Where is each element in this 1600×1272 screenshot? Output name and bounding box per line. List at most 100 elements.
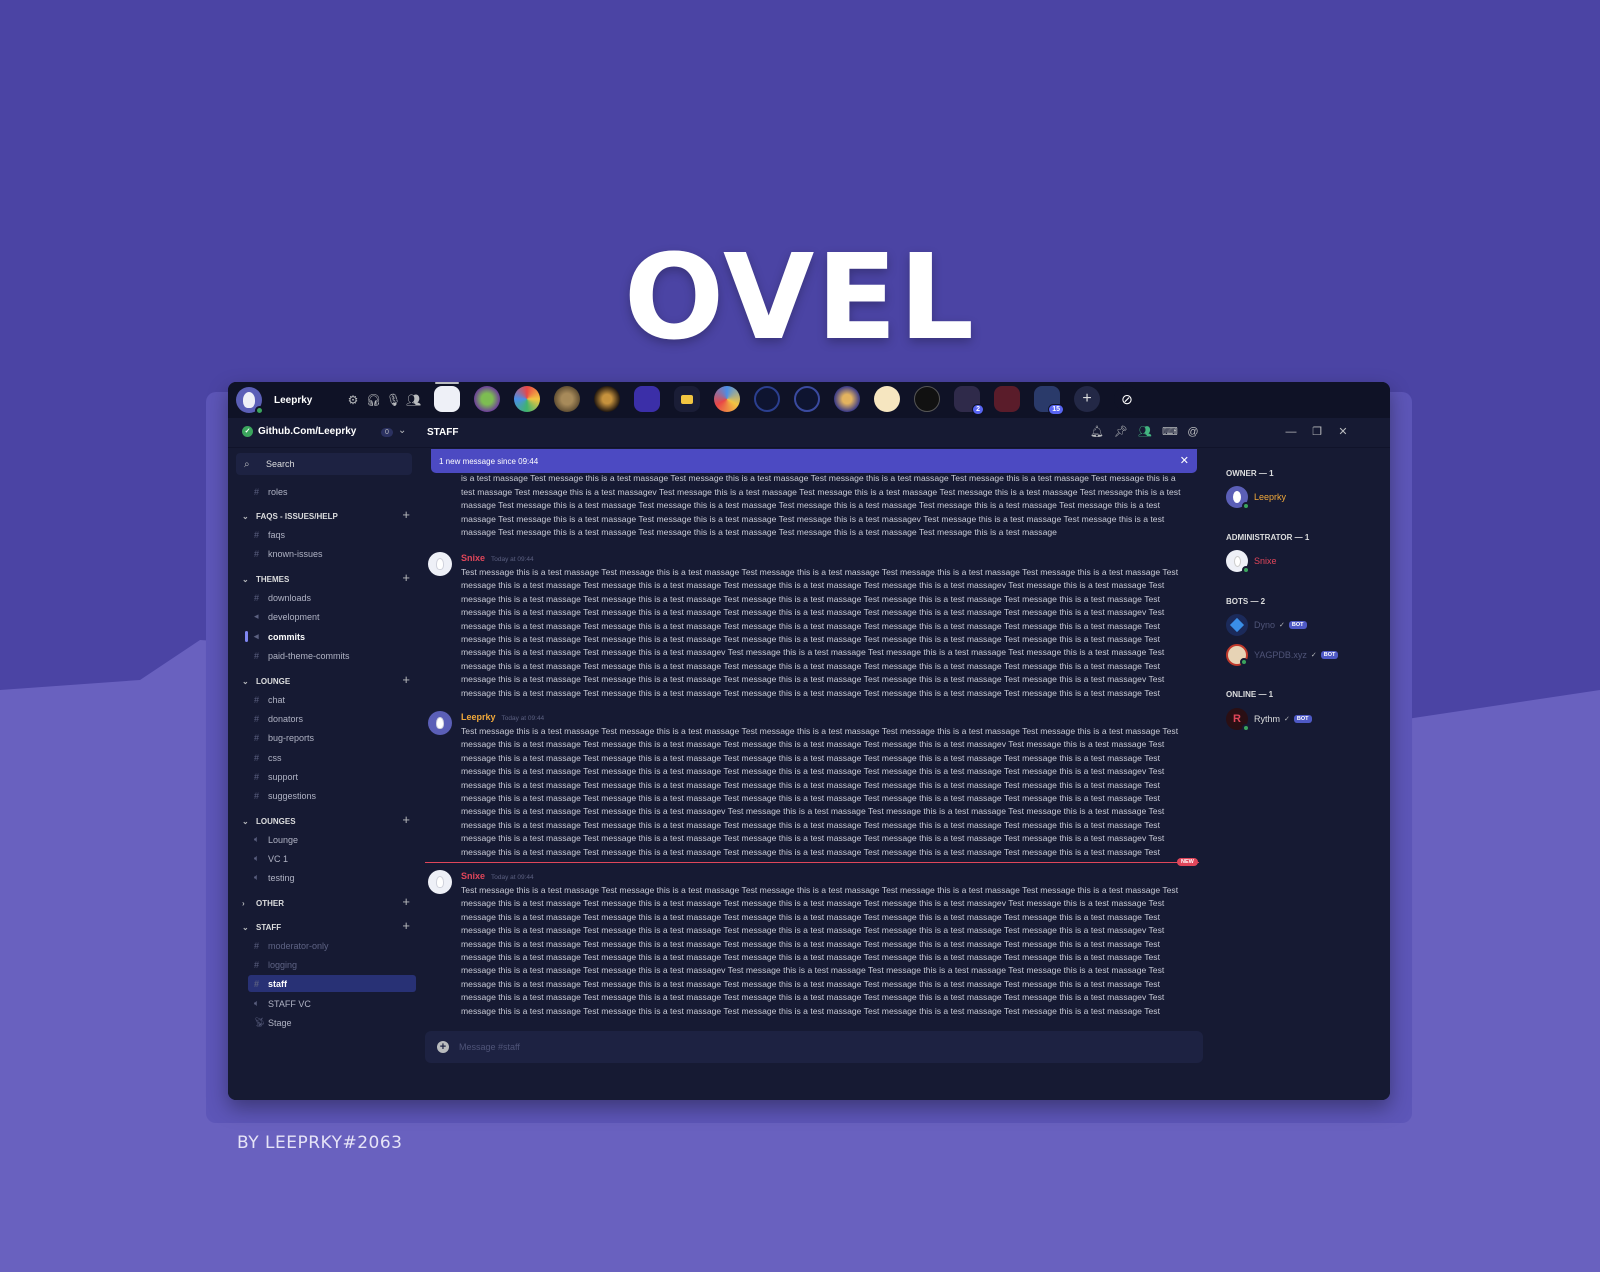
channel-logging[interactable]: # logging (248, 956, 416, 973)
message-header: Snixe Today at 09:44 (461, 553, 534, 563)
add-channel-icon[interactable]: + (402, 507, 410, 522)
member-group-bots: BOTS — 2 (1226, 597, 1266, 606)
message-timestamp: Today at 09:44 (501, 715, 545, 722)
add-channel-icon[interactable]: + (402, 672, 410, 687)
server-icon[interactable] (714, 386, 740, 412)
server-icon[interactable] (554, 386, 580, 412)
channel-faqs[interactable]: # faqs (248, 526, 416, 543)
channel-bug-reports[interactable]: # bug-reports (248, 729, 416, 746)
server-icon[interactable] (474, 386, 500, 412)
user-avatar[interactable] (236, 387, 264, 415)
category-lounge[interactable]: ⌄ LOUNGE + (242, 672, 412, 688)
close-icon[interactable]: ✕ (1337, 425, 1349, 439)
message-author[interactable]: Snixe (461, 553, 485, 563)
server-folder-icon[interactable]: 2 (954, 386, 984, 415)
server-icon[interactable] (634, 386, 660, 412)
server-icon[interactable] (794, 386, 820, 412)
add-server-icon[interactable]: + (1074, 386, 1100, 412)
channel-chat[interactable]: # chat (248, 691, 416, 708)
server-icon[interactable] (834, 386, 860, 412)
message-text: Test message this is a test massage Test… (461, 567, 1179, 702)
chevron-down-icon[interactable]: ⌄ (398, 425, 406, 436)
verified-icon: ✓ (1284, 716, 1290, 723)
search-input[interactable] (266, 459, 406, 469)
folder-icon[interactable] (674, 386, 700, 412)
add-channel-icon[interactable]: + (402, 894, 410, 909)
mention-icon[interactable]: @ (1186, 425, 1200, 439)
avatar[interactable] (428, 552, 452, 576)
pin-icon[interactable]: 📌︎ (1114, 425, 1128, 439)
member-rythm[interactable]: R Rythm ✓ BOT (1226, 706, 1312, 732)
new-messages-banner[interactable]: 1 new message since 09:44 ✕ (431, 449, 1197, 473)
category-themes[interactable]: ⌄ THEMES + (242, 570, 412, 586)
close-icon[interactable]: ✕ (1180, 454, 1189, 467)
server-icon[interactable] (874, 386, 900, 412)
maximize-icon[interactable]: ❐ (1311, 425, 1323, 439)
channel-sidebar: ⌕ #roles ⌄FAQS - ISSUES/HELP+ #faqs #kno… (228, 449, 424, 1100)
members-icon[interactable]: 👥︎ (1138, 425, 1152, 439)
server-icon[interactable] (594, 386, 620, 412)
hero-title: OVEL (623, 228, 977, 366)
category-staff[interactable]: ⌄ STAFF + (242, 918, 412, 934)
channel-known-issues[interactable]: # known-issues (248, 545, 416, 562)
channel-css[interactable]: # css (248, 749, 416, 766)
avatar[interactable] (428, 870, 452, 894)
new-messages-divider (425, 862, 1199, 863)
channel-roles[interactable]: # roles (248, 483, 416, 500)
channel-moderator-only[interactable]: # moderator-only (248, 937, 416, 954)
voice-channel-staff-vc[interactable]: 🔈︎ STAFF VC (248, 995, 416, 1012)
unread-badge: 2 (972, 404, 984, 415)
channel-suggestions[interactable]: # suggestions (248, 787, 416, 804)
add-channel-icon[interactable]: + (402, 812, 410, 827)
category-other[interactable]: › OTHER + (242, 894, 412, 910)
member-yagpdb[interactable]: YAGPDB.xyz ✓ BOT (1226, 642, 1339, 668)
member-dyno[interactable]: Dyno ✓ BOT (1226, 612, 1307, 638)
add-attachment-icon[interactable]: + (437, 1041, 449, 1053)
channel-support[interactable]: # support (248, 768, 416, 785)
server-header[interactable]: ✓ Github.Com/Leeprky (242, 426, 356, 437)
bot-tag: BOT (1293, 715, 1312, 723)
server-icon[interactable] (514, 386, 540, 412)
explore-icon[interactable]: ⊘ (1114, 386, 1140, 412)
message-text: Test message this is a test massage Test… (461, 885, 1179, 1020)
user-panel[interactable]: Leeprky ⚙ 🎧︎ 🎙︎ 👥︎ (236, 386, 421, 415)
add-channel-icon[interactable]: + (402, 918, 410, 933)
server-boost-count: 0 (381, 428, 393, 437)
member-leeprky[interactable]: Leeprky (1226, 484, 1286, 510)
message-author[interactable]: Leeprky (461, 712, 496, 722)
channel-downloads[interactable]: # downloads (248, 589, 416, 606)
keyboard-icon[interactable]: ⌨ (1162, 425, 1178, 439)
channel-donators[interactable]: # donators (248, 710, 416, 727)
username: Leeprky (274, 394, 313, 406)
server-icon-ovel[interactable] (434, 382, 460, 412)
search-box[interactable]: ⌕ (236, 453, 412, 475)
channel-staff[interactable]: # staff (248, 975, 416, 992)
category-lounges[interactable]: ⌄ LOUNGES + (242, 812, 412, 828)
voice-channel-lounge[interactable]: 🔈︎ Lounge (248, 831, 416, 848)
avatar[interactable] (428, 711, 452, 735)
server-folder-icon[interactable] (994, 386, 1020, 412)
settings-icon[interactable]: ⚙ (346, 393, 360, 407)
voice-channel-testing[interactable]: 🔈︎ testing (248, 869, 416, 886)
channel-paid-theme-commits[interactable]: # paid-theme-commits (248, 647, 416, 664)
microphone-icon[interactable]: 🎙︎ (386, 393, 401, 407)
channel-commits[interactable]: ◂ commits (248, 628, 416, 645)
minimize-icon[interactable]: — (1285, 425, 1297, 439)
top-bar: Leeprky ⚙ 🎧︎ 🎙︎ 👥︎ 2 15 + ⊘ (228, 382, 1390, 418)
message-timestamp: Today at 09:44 (491, 874, 534, 881)
member-snixe[interactable]: Snixe (1226, 548, 1277, 574)
bell-icon[interactable]: 🔔︎ (1090, 425, 1104, 439)
message-input[interactable] (459, 1042, 1159, 1052)
friends-icon[interactable]: 👥︎ (406, 393, 421, 407)
member-list: OWNER — 1 Leeprky ADMINISTRATOR — 1 Snix… (1214, 449, 1390, 1100)
server-icon[interactable] (914, 386, 940, 412)
headphones-icon[interactable]: 🎧︎ (366, 393, 381, 407)
category-faqs[interactable]: ⌄ FAQS - ISSUES/HELP + (242, 507, 412, 523)
server-folder-icon[interactable]: 15 (1034, 386, 1064, 415)
stage-channel[interactable]: 📡︎ Stage (248, 1014, 416, 1031)
server-icon[interactable] (754, 386, 780, 412)
message-author[interactable]: Snixe (461, 871, 485, 881)
add-channel-icon[interactable]: + (402, 570, 410, 585)
channel-development[interactable]: ◂ development (248, 608, 416, 625)
voice-channel-vc1[interactable]: 🔈︎ VC 1 (248, 850, 416, 867)
